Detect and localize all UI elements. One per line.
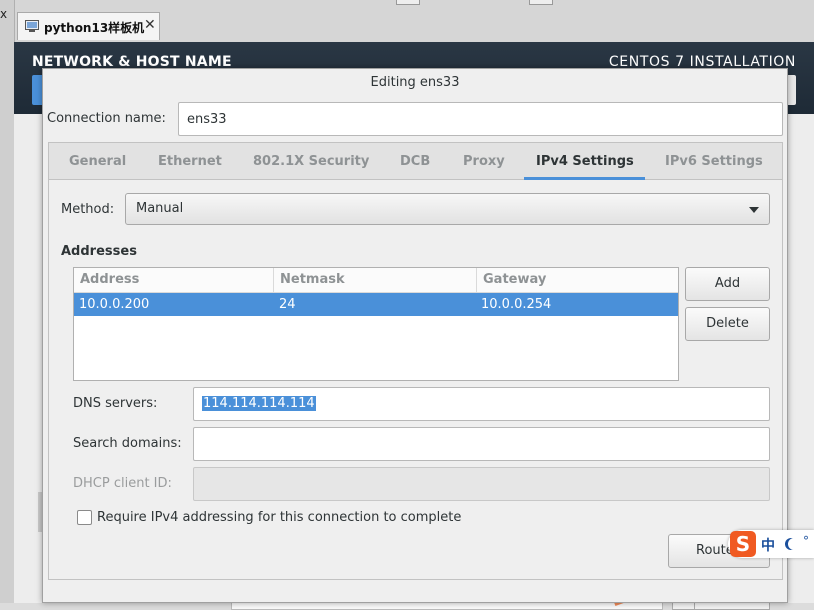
chevron-down-icon	[749, 207, 759, 213]
require-ipv4-checkbox[interactable]	[77, 510, 92, 525]
ipv4-settings-panel: Method: Manual Addresses Address Netmask…	[48, 180, 783, 580]
moon-icon[interactable]	[788, 538, 800, 550]
dhcp-client-id-input	[193, 467, 770, 501]
search-domains-input[interactable]	[193, 427, 770, 461]
cell-netmask[interactable]: 24	[279, 297, 296, 312]
dns-servers-input[interactable]: 114.114.114.114	[193, 387, 770, 421]
column-divider	[273, 268, 274, 292]
tab-general[interactable]: General	[69, 154, 126, 169]
dns-servers-label: DNS servers:	[73, 396, 158, 411]
cell-gateway[interactable]: 10.0.0.254	[481, 297, 551, 312]
table-header: Address Netmask Gateway	[74, 268, 678, 293]
vm-tab-label: python13样板机	[44, 21, 145, 35]
add-address-button[interactable]: Add	[685, 267, 770, 301]
method-label: Method:	[61, 202, 115, 217]
tab-ethernet[interactable]: Ethernet	[158, 154, 222, 169]
host-sidebar: x	[0, 0, 15, 603]
addresses-table[interactable]: Address Netmask Gateway 10.0.0.200 24 10…	[73, 267, 679, 381]
cell-address[interactable]: 10.0.0.200	[79, 297, 149, 312]
method-value: Manual	[136, 201, 184, 216]
column-divider	[476, 268, 477, 292]
connection-name-label: Connection name:	[47, 111, 166, 126]
host-toolbar-handle[interactable]	[396, 0, 420, 5]
connection-name-input[interactable]	[178, 102, 783, 136]
settings-tabbar: General Ethernet 802.1X Security DCB Pro…	[48, 142, 783, 180]
sogou-logo-icon[interactable]: S	[730, 531, 756, 557]
ime-toolbar[interactable]: S 中 °	[728, 530, 814, 558]
tab-8021x-security[interactable]: 802.1X Security	[253, 154, 369, 169]
tab-ipv6-settings[interactable]: IPv6 Settings	[665, 154, 763, 169]
vm-icon	[25, 20, 39, 32]
edit-connection-dialog: Editing ens33 Connection name: General E…	[42, 68, 788, 603]
host-toolbar-handle[interactable]	[529, 0, 553, 5]
tab-proxy[interactable]: Proxy	[463, 154, 505, 169]
table-row[interactable]: 10.0.0.200 24 10.0.0.254	[74, 293, 678, 316]
search-domains-label: Search domains:	[73, 436, 182, 451]
column-header-gateway[interactable]: Gateway	[483, 272, 546, 287]
ime-mode-toggle[interactable]: 中	[761, 535, 775, 555]
punctuation-icon[interactable]: °	[803, 534, 809, 548]
dialog-title: Editing ens33	[370, 75, 460, 90]
vm-tab[interactable]: python13样板机 ✕	[17, 12, 160, 40]
require-ipv4-label[interactable]: Require IPv4 addressing for this connect…	[97, 510, 461, 525]
method-select[interactable]: Manual	[125, 193, 770, 225]
close-icon[interactable]: x	[0, 7, 7, 21]
column-header-address[interactable]: Address	[80, 272, 139, 287]
tab-ipv4-settings[interactable]: IPv4 Settings	[536, 154, 634, 169]
dns-servers-value[interactable]: 114.114.114.114	[202, 396, 316, 411]
close-icon[interactable]: ✕	[144, 17, 156, 33]
column-header-netmask[interactable]: Netmask	[280, 272, 345, 287]
addresses-heading: Addresses	[61, 244, 137, 259]
tab-dcb[interactable]: DCB	[400, 154, 430, 169]
delete-address-button[interactable]: Delete	[685, 307, 770, 341]
dhcp-client-id-label: DHCP client ID:	[73, 476, 172, 491]
